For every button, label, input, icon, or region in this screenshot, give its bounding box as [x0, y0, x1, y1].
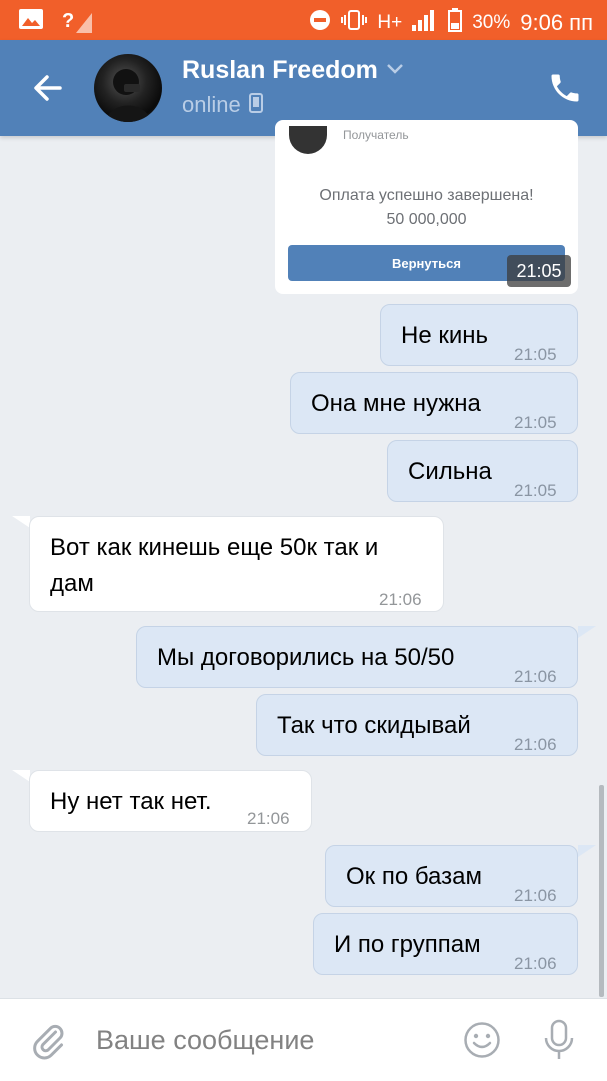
message-time: 21:06: [379, 590, 422, 609]
message-bubble-outgoing[interactable]: Мы договорились на 50/50 21:06: [136, 626, 578, 688]
chevron-down-icon[interactable]: [386, 62, 404, 80]
message-text: Так что скидывай: [277, 712, 471, 739]
message-text: Ок по базам: [346, 863, 482, 890]
message-time: 21:06: [247, 809, 290, 828]
bubble-tail: [12, 516, 30, 528]
microphone-icon[interactable]: [541, 1019, 577, 1061]
cell-signal-icon: [412, 9, 438, 37]
bubble-tail: [12, 770, 30, 782]
message-time: 21:05: [514, 345, 557, 364]
message-time: 21:05: [514, 481, 557, 500]
message-time: 21:05: [514, 413, 557, 432]
vibrate-icon: [341, 9, 368, 37]
gallery-notification-icon: [18, 8, 44, 35]
bubble-tail: [578, 845, 596, 857]
paperclip-icon[interactable]: [30, 1021, 66, 1061]
message-text: Ну нет так нет.: [50, 788, 212, 815]
bubble-tail: [578, 626, 596, 638]
contact-name[interactable]: Ruslan Freedom: [182, 56, 378, 85]
message-input[interactable]: Ваше сообщение: [96, 1025, 314, 1056]
message-bubble-outgoing[interactable]: Так что скидывай 21:06: [256, 694, 578, 756]
status-bar: ? H+ 30% 9:06 пп: [0, 0, 607, 40]
message-bubble-incoming[interactable]: Ну нет так нет. 21:06: [29, 770, 312, 832]
payment-status-text: Оплата успешно завершена!: [319, 187, 534, 204]
emoji-icon[interactable]: [463, 1021, 501, 1059]
message-bubble-outgoing[interactable]: Она мне нужна 21:05: [290, 372, 578, 434]
message-text: И по группам: [334, 931, 481, 958]
message-bubble-outgoing[interactable]: И по группам 21:06: [313, 913, 578, 975]
message-time: 21:05: [507, 255, 571, 287]
phone-call-icon[interactable]: [547, 70, 583, 106]
avatar[interactable]: [94, 54, 162, 122]
message-time: 21:06: [514, 886, 557, 905]
message-text: Она мне нужна: [311, 390, 481, 417]
message-bubble-outgoing[interactable]: Сильна 21:05: [387, 440, 578, 502]
mobile-device-icon: [248, 92, 263, 118]
payment-amount: 50 000,000: [386, 211, 467, 228]
message-time: 21:06: [514, 667, 557, 686]
back-arrow-icon[interactable]: [30, 70, 66, 106]
online-status: online: [182, 92, 241, 117]
battery-percent: 30%: [472, 12, 511, 33]
message-time: 21:06: [514, 735, 557, 754]
battery-icon: [448, 8, 463, 38]
recipient-avatar: [289, 126, 327, 154]
recipient-label: Получатель: [343, 128, 409, 142]
message-bubble-outgoing[interactable]: Ок по базам 21:06: [325, 845, 578, 907]
do-not-disturb-icon: [309, 9, 331, 37]
clock: 9:06 пп: [520, 10, 593, 35]
message-text: Сильна: [408, 458, 492, 485]
message-bubble-incoming[interactable]: Вот как кинешь еще 50к так и дам 21:06: [29, 516, 444, 612]
scrollbar[interactable]: [599, 785, 604, 997]
message-text: Мы договорились на 50/50: [157, 644, 455, 671]
message-text: Вот как кинешь еще 50к так и: [50, 534, 379, 561]
network-type: H+: [377, 12, 403, 33]
message-bubble-outgoing[interactable]: Не кинь 21:05: [380, 304, 578, 366]
signal-unknown-label: ?: [62, 10, 75, 32]
no-signal-icon: ?: [62, 10, 93, 33]
message-composer: Ваше сообщение: [0, 998, 607, 1081]
message-text: Не кинь: [401, 322, 489, 349]
message-time: 21:06: [514, 954, 557, 973]
message-text: дам: [50, 570, 94, 597]
